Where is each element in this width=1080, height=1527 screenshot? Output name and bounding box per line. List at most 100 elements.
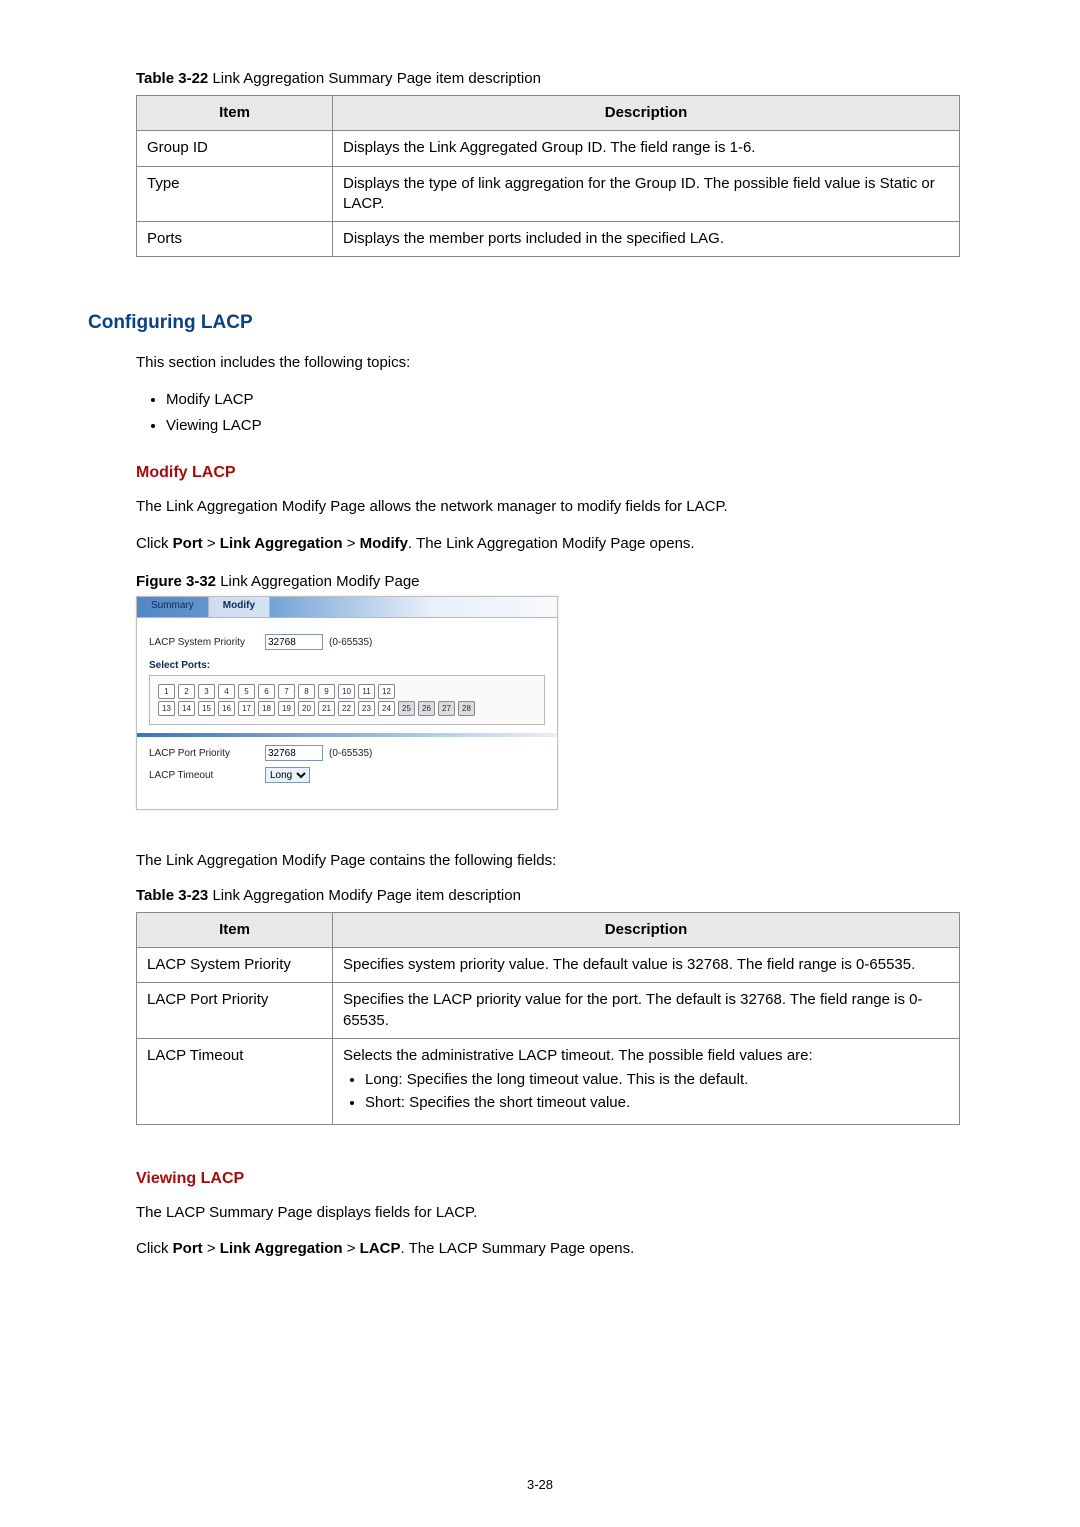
viewing-click-path: Click Port > Link Aggregation > LACP. Th… <box>136 1238 960 1261</box>
port[interactable]: 23 <box>358 701 375 716</box>
section-heading: Configuring LACP <box>88 312 960 334</box>
click-sep2: > <box>343 535 360 552</box>
port[interactable]: 18 <box>258 701 275 716</box>
table-row: LACP System Priority Specifies system pr… <box>137 948 960 983</box>
tab-modify[interactable]: Modify <box>209 597 270 617</box>
table22: Item Description Group ID Displays the L… <box>136 95 960 257</box>
vclick-port: Port <box>173 1240 203 1257</box>
port[interactable]: 6 <box>258 684 275 699</box>
select-ports-label: Select Ports: <box>149 660 545 671</box>
t23-r1-desc: Specifies the LACP priority value for th… <box>333 983 960 1039</box>
port[interactable]: 26 <box>418 701 435 716</box>
t23-r2-desc: Selects the administrative LACP timeout.… <box>333 1038 960 1124</box>
t23-r0-item: LACP System Priority <box>137 948 333 983</box>
table23-h-item: Item <box>137 912 333 947</box>
click-modify: Modify <box>360 535 408 552</box>
timeout-label: LACP Timeout <box>149 770 259 781</box>
port[interactable]: 8 <box>298 684 315 699</box>
click-port: Port <box>173 535 203 552</box>
modify-click-path: Click Port > Link Aggregation > Modify. … <box>136 533 960 556</box>
port-priority-hint: (0-65535) <box>329 748 372 759</box>
click-post: . The Link Aggregation Modify Page opens… <box>408 535 695 552</box>
port[interactable]: 15 <box>198 701 215 716</box>
port[interactable]: 28 <box>458 701 475 716</box>
t22-r2-desc: Displays the member ports included in th… <box>333 222 960 257</box>
t22-r1-item: Type <box>137 166 333 222</box>
click-link-agg: Link Aggregation <box>220 535 343 552</box>
list-item: Viewing LACP <box>166 415 960 437</box>
modify-para1: The Link Aggregation Modify Page allows … <box>136 496 960 519</box>
ports-frame: 1 2 3 4 5 6 7 8 9 10 11 12 13 14 15 <box>149 675 545 725</box>
click-pre: Click <box>136 535 173 552</box>
list-item: Short: Specifies the short timeout value… <box>365 1093 949 1113</box>
t22-r1-desc: Displays the type of link aggregation fo… <box>333 166 960 222</box>
table-row: LACP Timeout Selects the administrative … <box>137 1038 960 1124</box>
table-row: Group ID Displays the Link Aggregated Gr… <box>137 131 960 166</box>
figure32-caption: Figure 3-32 Link Aggregation Modify Page <box>136 573 960 590</box>
port[interactable]: 13 <box>158 701 175 716</box>
modify-screenshot: Summary Modify LACP System Priority (0-6… <box>136 596 558 810</box>
table22-h-item: Item <box>137 96 333 131</box>
viewing-heading: Viewing LACP <box>136 1170 960 1188</box>
table22-caption-text: Link Aggregation Summary Page item descr… <box>212 70 541 87</box>
t23-r2-bullets: Long: Specifies the long timeout value. … <box>347 1070 949 1114</box>
figure32-label: Figure 3-32 <box>136 573 216 590</box>
table23-caption: Table 3-23 Link Aggregation Modify Page … <box>136 887 960 904</box>
table22-caption: Table 3-22 Link Aggregation Summary Page… <box>136 70 960 87</box>
port[interactable]: 11 <box>358 684 375 699</box>
table-row: Ports Displays the member ports included… <box>137 222 960 257</box>
modify-contains-text: The Link Aggregation Modify Page contain… <box>136 850 960 873</box>
panel-divider <box>137 733 557 737</box>
port[interactable]: 12 <box>378 684 395 699</box>
ports-row-top: 1 2 3 4 5 6 7 8 9 10 11 12 <box>158 684 536 699</box>
t23-r0-desc: Specifies system priority value. The def… <box>333 948 960 983</box>
port[interactable]: 19 <box>278 701 295 716</box>
table-row: LACP Port Priority Specifies the LACP pr… <box>137 983 960 1039</box>
port[interactable]: 10 <box>338 684 355 699</box>
intro-text: This section includes the following topi… <box>136 352 960 375</box>
modify-heading: Modify LACP <box>136 464 960 482</box>
port[interactable]: 1 <box>158 684 175 699</box>
port[interactable]: 14 <box>178 701 195 716</box>
port[interactable]: 17 <box>238 701 255 716</box>
table23-caption-label: Table 3-23 <box>136 887 208 904</box>
port[interactable]: 3 <box>198 684 215 699</box>
vclick-lacp: LACP <box>360 1240 401 1257</box>
port[interactable]: 9 <box>318 684 335 699</box>
click-sep1: > <box>203 535 220 552</box>
page-number: 3-28 <box>527 1477 553 1492</box>
table22-h-desc: Description <box>333 96 960 131</box>
table22-caption-label: Table 3-22 <box>136 70 208 87</box>
list-item: Long: Specifies the long timeout value. … <box>365 1070 949 1090</box>
port-priority-label: LACP Port Priority <box>149 748 259 759</box>
port-priority-input[interactable] <box>265 745 323 761</box>
tabs: Summary Modify <box>137 597 557 618</box>
port[interactable]: 20 <box>298 701 315 716</box>
tab-summary[interactable]: Summary <box>137 597 209 617</box>
port[interactable]: 4 <box>218 684 235 699</box>
table-row: Type Displays the type of link aggregati… <box>137 166 960 222</box>
table23: Item Description LACP System Priority Sp… <box>136 912 960 1125</box>
port[interactable]: 24 <box>378 701 395 716</box>
port[interactable]: 21 <box>318 701 335 716</box>
port[interactable]: 22 <box>338 701 355 716</box>
port[interactable]: 5 <box>238 684 255 699</box>
port[interactable]: 2 <box>178 684 195 699</box>
port[interactable]: 7 <box>278 684 295 699</box>
port[interactable]: 25 <box>398 701 415 716</box>
list-item: Modify LACP <box>166 389 960 411</box>
t22-r2-item: Ports <box>137 222 333 257</box>
t23-r2-intro: Selects the administrative LACP timeout.… <box>343 1046 949 1066</box>
ports-row-bottom: 13 14 15 16 17 18 19 20 21 22 23 24 25 2… <box>158 701 536 716</box>
timeout-select[interactable]: Long <box>265 767 310 783</box>
vclick-link-agg: Link Aggregation <box>220 1240 343 1257</box>
port[interactable]: 27 <box>438 701 455 716</box>
figure32-text: Link Aggregation Modify Page <box>220 573 419 590</box>
t23-r2-item: LACP Timeout <box>137 1038 333 1124</box>
port[interactable]: 16 <box>218 701 235 716</box>
viewing-para1: The LACP Summary Page displays fields fo… <box>136 1202 960 1225</box>
sys-priority-input[interactable] <box>265 634 323 650</box>
table23-caption-text: Link Aggregation Modify Page item descri… <box>212 887 521 904</box>
intro-list: Modify LACP Viewing LACP <box>136 389 960 437</box>
table23-h-desc: Description <box>333 912 960 947</box>
